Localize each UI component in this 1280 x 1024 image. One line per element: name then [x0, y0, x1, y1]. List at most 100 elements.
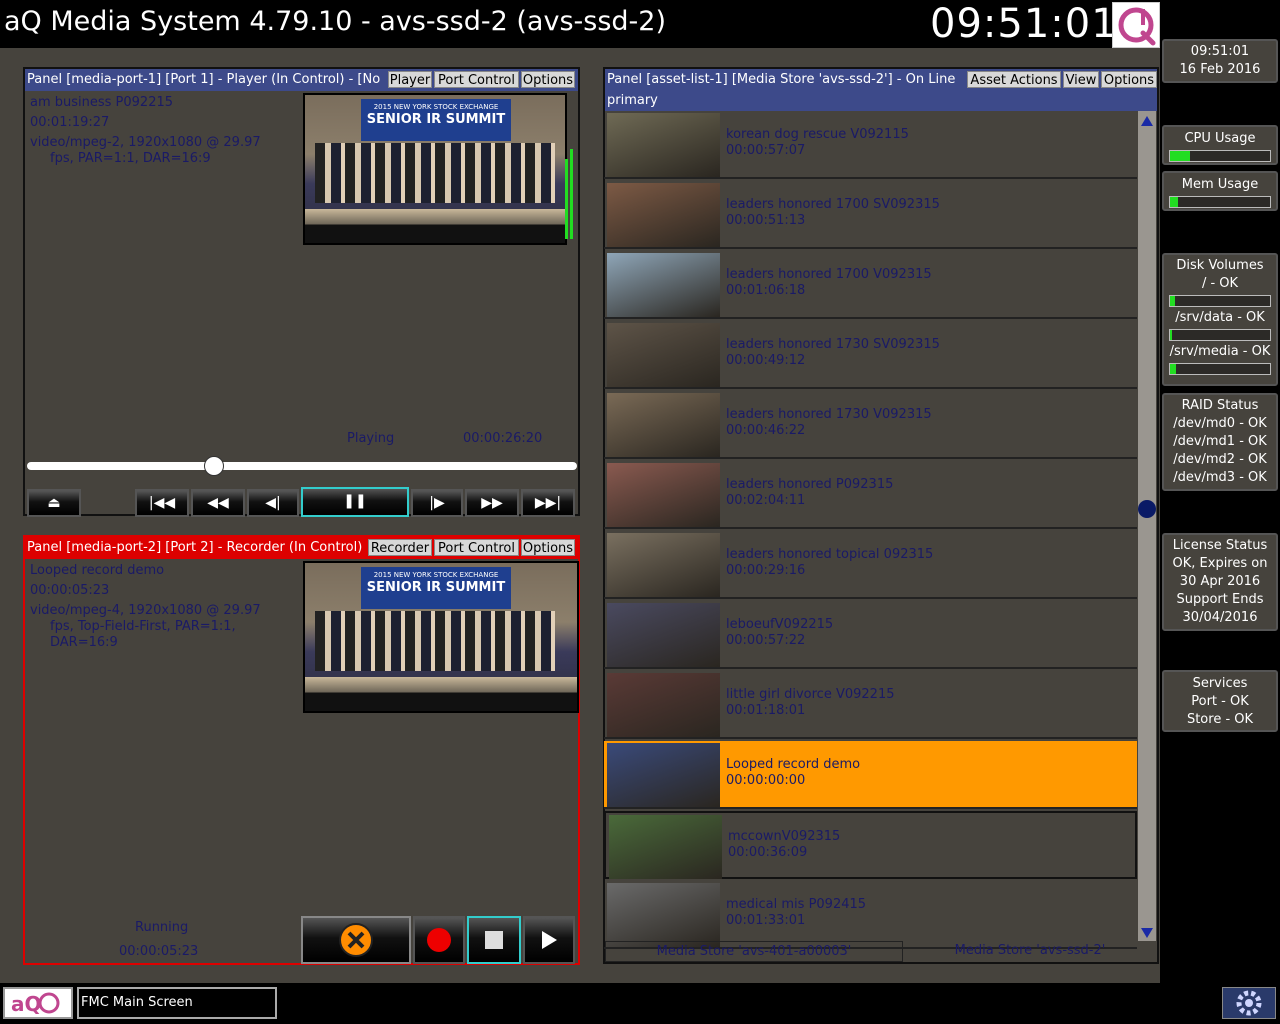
raid-status-title: RAID Status — [1181, 398, 1259, 413]
position-slider[interactable] — [27, 462, 577, 470]
disk-root-bar — [1169, 295, 1271, 307]
options-tab[interactable]: Options — [521, 71, 575, 88]
aq-home-button[interactable]: aQ — [3, 987, 73, 1019]
asset-thumbnail — [607, 323, 720, 387]
recorder-panel: Panel [media-port-2] [Port 2] - Recorder… — [23, 535, 580, 965]
disk-root-label: / - OK — [1201, 276, 1239, 291]
asset-duration: 00:00:51:13 — [726, 213, 806, 228]
title-bar: aQ Media System 4.79.10 - avs-ssd-2 (avs… — [0, 0, 1160, 48]
license-line: OK, Expires on — [1172, 556, 1268, 571]
asset-thumbnail — [607, 253, 720, 317]
scroll-thumb[interactable] — [1138, 500, 1156, 518]
asset-name: leaders honored 1700 SV092315 — [726, 197, 940, 212]
asset-name: leaders honored 1730 SV092315 — [726, 337, 940, 352]
asset-panel-subtitle: primary — [607, 93, 658, 108]
stop-button[interactable] — [467, 916, 521, 964]
fast-forward-button[interactable]: ▶▶ — [465, 489, 519, 517]
services-port: Port - OK — [1191, 694, 1249, 709]
asset-row[interactable]: leaders honored 1730 SV092315 00:00:49:12 — [604, 321, 1137, 389]
asset-name: leaders honored P092315 — [726, 477, 894, 492]
recorder-video-preview: 2015 NEW YORK STOCK EXCHANGE SENIOR IR SU… — [303, 561, 579, 713]
asset-row[interactable]: medical mis P092415 00:01:33:01 — [604, 881, 1137, 949]
port-control-tab[interactable]: Port Control — [434, 71, 519, 88]
cpu-usage-label: CPU Usage — [1184, 131, 1256, 146]
disk-volumes-box: Disk Volumes / - OK /srv/data - OK /srv/… — [1162, 253, 1278, 386]
position-slider-handle[interactable] — [204, 456, 224, 476]
asset-duration: 00:00:57:07 — [726, 143, 806, 158]
store-tab-avs-ssd-2[interactable]: Media Store 'avs-ssd-2' — [904, 941, 1156, 962]
pause-button[interactable]: ❚❚ — [301, 487, 409, 517]
asset-list-scrollbar[interactable] — [1138, 111, 1156, 941]
recorder-status: Running — [135, 920, 189, 935]
asset-name: leaders honored 1700 V092315 — [726, 267, 932, 282]
asset-duration: 00:00:46:22 — [726, 423, 806, 438]
settings-gear-button[interactable] — [1222, 987, 1276, 1019]
player-timecode: 00:00:26:20 — [463, 431, 543, 446]
cpu-usage-box: CPU Usage — [1162, 125, 1278, 165]
cancel-record-button[interactable] — [301, 916, 411, 964]
raid-md1: /dev/md1 - OK — [1173, 434, 1267, 449]
view-tab[interactable]: View — [1063, 71, 1099, 88]
player-status: Playing — [347, 431, 395, 446]
raid-md2: /dev/md2 - OK — [1173, 452, 1267, 467]
bottom-bar: aQ FMC Main Screen — [0, 983, 1280, 1024]
step-back-button[interactable]: ◀| — [247, 489, 299, 517]
player-asset-duration: 00:01:19:27 — [30, 115, 110, 130]
license-status-box: License Status OK, Expires on 30 Apr 201… — [1162, 533, 1278, 631]
go-to-start-button[interactable]: |◀◀ — [135, 489, 189, 517]
step-forward-button[interactable]: |▶ — [411, 489, 463, 517]
store-tab-avs-401[interactable]: Media Store 'avs-401-a00003' — [605, 941, 903, 962]
asset-name: korean dog rescue V092115 — [726, 127, 909, 142]
player-panel-title: Panel [media-port-1] [Port 1] - Player (… — [27, 72, 381, 87]
asset-row[interactable]: leaders honored topical 092315 00:00:29:1… — [604, 531, 1137, 599]
scroll-up-arrow-icon[interactable] — [1139, 113, 1155, 127]
asset-actions-tab[interactable]: Asset Actions — [967, 71, 1061, 88]
recorder-asset-name: Looped record demo — [30, 563, 165, 578]
asset-duration: 00:00:57:22 — [726, 633, 806, 648]
player-tab[interactable]: Player — [388, 71, 432, 88]
port-control-tab[interactable]: Port Control — [434, 539, 519, 556]
play-button[interactable] — [523, 916, 575, 964]
raid-md0: /dev/md0 - OK — [1173, 416, 1267, 431]
asset-thumbnail — [607, 533, 720, 597]
eject-button[interactable]: ⏏ — [27, 489, 81, 517]
license-line: 30 Apr 2016 — [1179, 574, 1261, 589]
asset-duration: 00:00:36:09 — [728, 845, 808, 860]
asset-name: medical mis P092415 — [726, 897, 867, 912]
asset-thumbnail — [607, 393, 720, 457]
recorder-tab[interactable]: Recorder — [368, 539, 432, 556]
asset-row[interactable]: leaders honored 1730 V092315 00:00:46:22 — [604, 391, 1137, 459]
raid-md3: /dev/md3 - OK — [1173, 470, 1267, 485]
asset-thumbnail — [607, 883, 720, 947]
license-line: 30/04/2016 — [1182, 610, 1258, 625]
gear-icon — [1236, 990, 1262, 1016]
recorder-format-line3: DAR=16:9 — [50, 635, 118, 650]
asset-name: mccownV092315 — [728, 829, 841, 844]
rewind-button[interactable]: ◀◀ — [191, 489, 245, 517]
asset-row[interactable]: leaders honored P092315 00:02:04:11 — [604, 461, 1137, 529]
asset-row[interactable]: leaders honored 1700 V092315 00:01:06:18 — [604, 251, 1137, 319]
disk-srv-data-label: /srv/data - OK — [1175, 310, 1265, 325]
video-banner: 2015 NEW YORK STOCK EXCHANGE SENIOR IR SU… — [361, 99, 511, 141]
asset-panel-title: Panel [asset-list-1] [Media Store 'avs-s… — [607, 72, 956, 87]
cpu-usage-bar — [1169, 150, 1271, 162]
asset-row[interactable]: leboeufV092215 00:00:57:22 — [604, 601, 1137, 669]
asset-row[interactable]: leaders honored 1700 SV092315 00:00:51:13 — [604, 181, 1137, 249]
play-icon — [542, 931, 557, 949]
asset-thumbnail — [607, 463, 720, 527]
record-button[interactable] — [413, 916, 465, 964]
asset-thumbnail — [609, 815, 722, 879]
recorder-format-line2: fps, Top-Field-First, PAR=1:1, — [50, 619, 236, 634]
asset-row[interactable]: little girl divorce V092215 00:01:18:01 — [604, 671, 1137, 739]
raid-status-box: RAID Status /dev/md0 - OK /dev/md1 - OK … — [1162, 393, 1278, 491]
asset-row[interactable]: korean dog rescue V092115 00:00:57:07 — [604, 111, 1137, 179]
disk-srv-data-bar — [1169, 329, 1271, 341]
license-line: Support Ends — [1176, 592, 1264, 607]
options-tab[interactable]: Options — [1101, 71, 1157, 88]
go-to-end-button[interactable]: ▶▶| — [521, 489, 575, 517]
scroll-down-arrow-icon[interactable] — [1139, 925, 1155, 939]
screen-name-field[interactable]: FMC Main Screen — [77, 987, 277, 1019]
options-tab[interactable]: Options — [521, 539, 575, 556]
asset-row[interactable]: Looped record demo 00:00:00:00 — [604, 741, 1137, 809]
asset-row[interactable]: mccownV092315 00:00:36:09 — [604, 811, 1137, 879]
